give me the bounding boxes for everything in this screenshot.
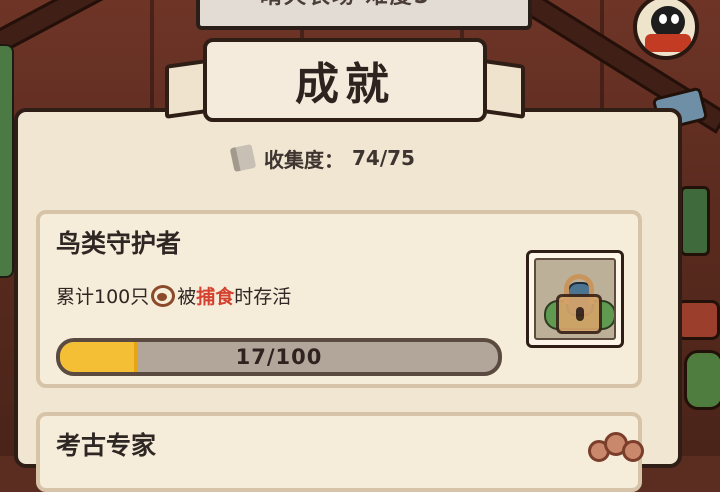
artifact-badge-icon [588, 432, 648, 472]
achievement-name: 鸟类守护者 [56, 229, 182, 258]
side-decoration [676, 300, 720, 340]
title-plate: 成就 [203, 38, 487, 122]
achievement-progress-bar: 17/100 [56, 338, 502, 376]
achievement-description: 累计100只 被 捕食 时存活 [56, 282, 291, 309]
achievement-card[interactable]: 鸟类守护者 累计100只 被 捕食 时存活 17/100 [36, 210, 642, 388]
scarf-icon [645, 34, 691, 52]
progress-text: 17/100 [235, 345, 323, 369]
level-sign: 晴天农场 难度5 [196, 0, 532, 30]
level-sign-text: 晴天农场 难度5 [260, 0, 431, 10]
locked-bird-badge-icon[interactable] [526, 250, 624, 348]
keyhole-icon [576, 307, 584, 321]
side-decoration [680, 186, 710, 256]
avatar-eye [659, 14, 667, 24]
lock-icon [556, 294, 602, 334]
book-icon [227, 142, 258, 175]
collection-progress: 收集度： 74/75 [227, 142, 415, 175]
collection-label: 收集度： [264, 147, 344, 172]
collection-value: 74/75 [352, 146, 415, 170]
avatar-eye [671, 14, 679, 24]
desc-text: 累计100只 [56, 286, 150, 308]
side-tab [0, 44, 14, 278]
achievement-name: 考古专家 [56, 431, 157, 460]
achievement-card[interactable]: 考古专家 [36, 412, 644, 492]
title-banner: 成就 [165, 36, 525, 136]
desc-text: 时存活 [234, 286, 292, 308]
egg-icon [151, 284, 176, 307]
page-title: 成就 [295, 59, 395, 110]
plant-icon [684, 350, 720, 410]
desc-text: 被 [177, 286, 197, 308]
desc-highlight: 捕食 [196, 286, 235, 308]
